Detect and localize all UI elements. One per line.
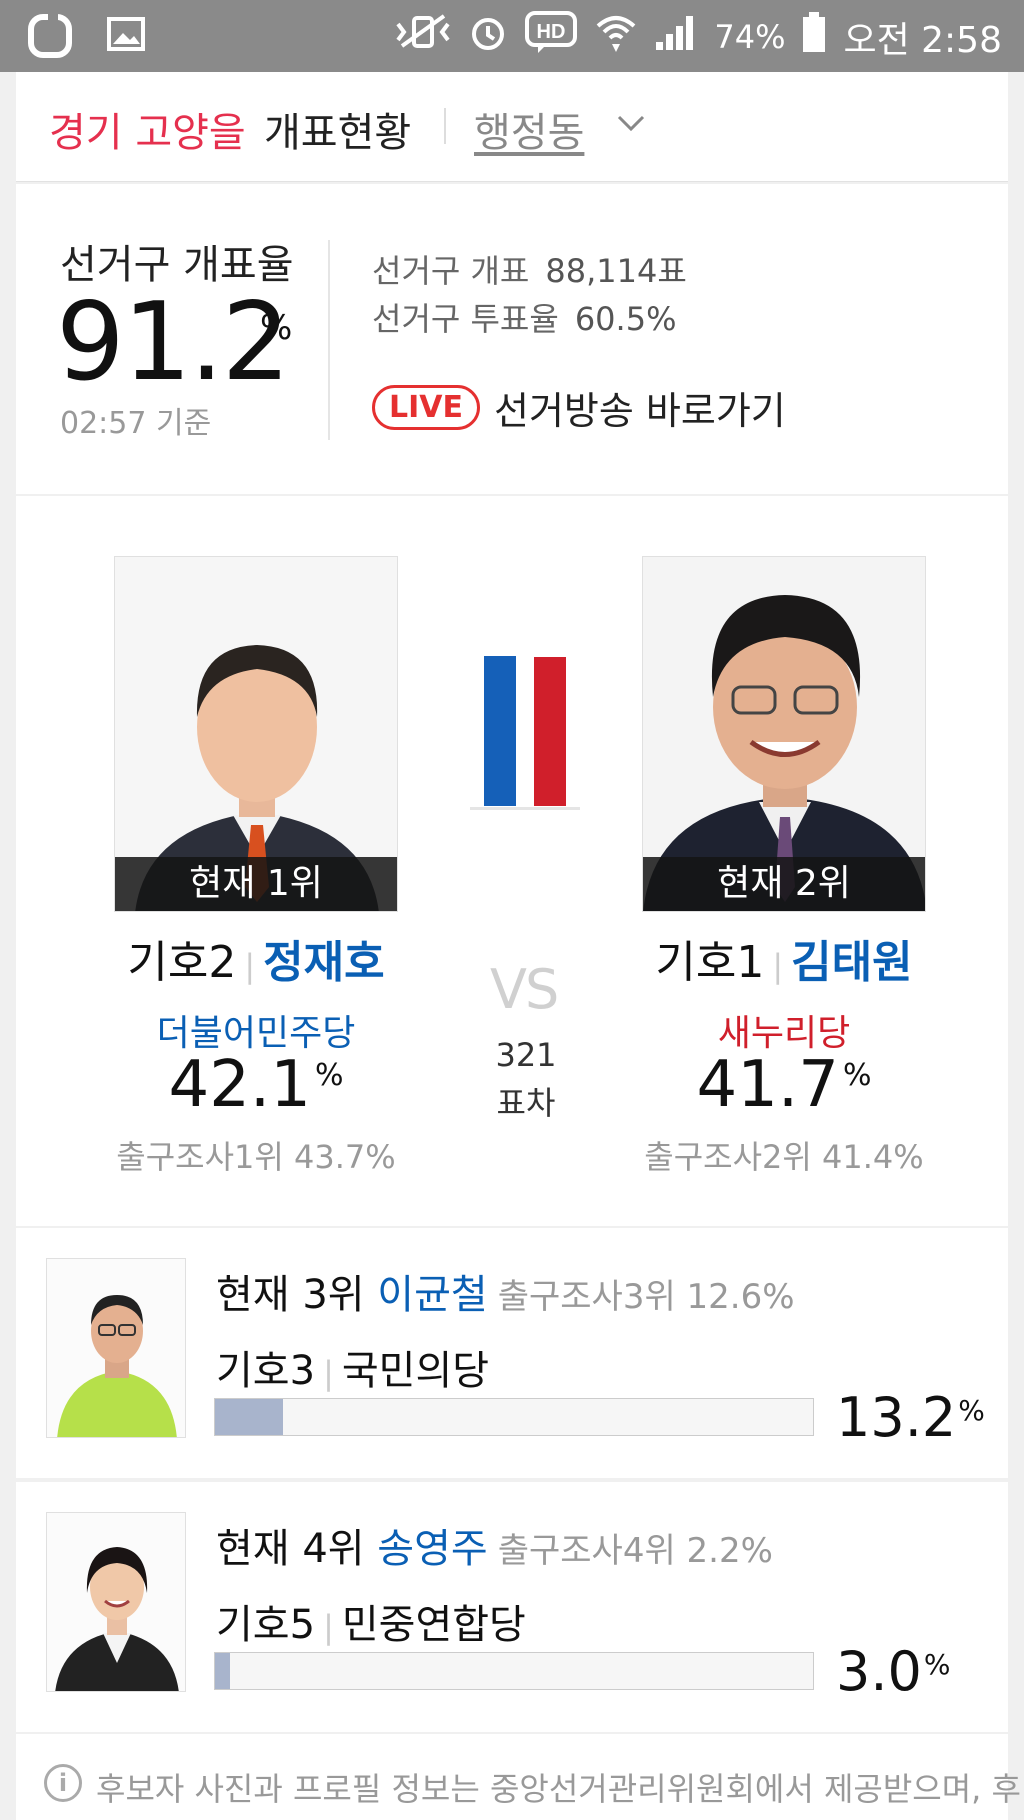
candidate-number: 기호5: [216, 1602, 316, 1648]
chevron-down-icon[interactable]: [616, 114, 646, 138]
rank-caption-runner-up: 현재 2위: [643, 857, 925, 911]
percent-leader: 42.1%: [76, 1048, 436, 1122]
percent-symbol: %: [958, 1394, 985, 1427]
vibrate-icon: [394, 12, 452, 61]
votes-counted: 선거구 개표 88,114표: [372, 246, 687, 292]
candidate-party: 국민의당: [341, 1348, 490, 1394]
candidate-rank-line: 현재 4위 송영주 출구조사4위 2.2%: [216, 1516, 773, 1574]
candidate-party: 민중연합당: [341, 1602, 526, 1648]
info-icon: i: [44, 1764, 82, 1802]
candidate-photo-leader[interactable]: 현재 1위: [114, 556, 398, 912]
district-dropdown[interactable]: 행정동: [474, 100, 584, 158]
exit-poll-leader: 출구조사1위 43.7%: [116, 1138, 396, 1176]
candidate-name[interactable]: 송영주: [377, 1526, 487, 1572]
candidate-rank: 현재 3위: [216, 1272, 365, 1318]
candidate-number: 기호3: [216, 1348, 316, 1394]
separator: |: [323, 1354, 334, 1392]
candidate-name-row-leader: 기호2 | 정재호: [76, 926, 436, 990]
status-bar: HD 74% 오전 2:58: [0, 0, 1024, 72]
turnout: 선거구 투표율 60.5%: [372, 294, 676, 340]
hd-voice-icon: HD: [524, 10, 578, 63]
live-link-text[interactable]: 선거방송 바로가기: [494, 380, 786, 435]
percent-value: 13.2: [836, 1386, 957, 1449]
region-name: 경기 고양을: [49, 110, 246, 156]
candidate-row[interactable]: 현재 4위 송영주 출구조사4위 2.2% 기호5 | 민중연합당 3.0%: [16, 1482, 1008, 1732]
count-rate-symbol: %: [260, 308, 293, 348]
live-broadcast-link[interactable]: LIVE 선거방송 바로가기: [372, 380, 786, 435]
vote-share-percent: 3.0%: [836, 1640, 951, 1703]
exit-poll-runner-up: 출구조사2위 41.4%: [644, 1138, 924, 1176]
vote-share-comparison: [470, 636, 580, 810]
candidate-party-line: 기호3 | 국민의당: [216, 1338, 489, 1396]
info-notice: i 후보자 사진과 프로필 정보는 중앙선거관리위원회에서 제공받으며, 후: [16, 1734, 1021, 1820]
svg-text:HD: HD: [537, 21, 566, 43]
vote-margin-value: 321: [495, 1036, 557, 1074]
candidate-name-leader[interactable]: 정재호: [263, 937, 384, 988]
percent-runner-up: 41.7%: [604, 1048, 964, 1122]
notice-text: 후보자 사진과 프로필 정보는 중앙선거관리위원회에서 제공받으며, 후: [96, 1770, 1021, 1808]
comparison-baseline: [470, 807, 580, 810]
vote-share-bar-runner-up: [534, 657, 566, 806]
count-timestamp: 02:57 기준: [60, 406, 212, 441]
votes-counted-value: 88,114표: [545, 252, 687, 290]
votes-counted-label: 선거구 개표: [372, 252, 530, 290]
candidate-number: 기호1: [655, 937, 765, 988]
candidate-rank: 현재 4위: [216, 1526, 365, 1572]
vote-share-fill: [215, 1399, 283, 1435]
count-rate-value: 91.2: [56, 280, 290, 405]
candidate-rank-line: 현재 3위 이균철 출구조사3위 12.6%: [216, 1262, 795, 1320]
exit-poll: 출구조사3위 12.6%: [497, 1277, 795, 1317]
candidate-name-runner-up[interactable]: 김태원: [791, 937, 912, 988]
vote-share-bar: [214, 1652, 814, 1690]
count-divider: [328, 240, 330, 440]
percent-symbol: %: [314, 1058, 344, 1093]
candidate-name-row-runner-up: 기호1 | 김태원: [604, 926, 964, 990]
page-header: 경기 고양을 개표현황 행정동: [16, 72, 1008, 182]
alarm-icon: [468, 12, 508, 61]
header-divider: [444, 108, 446, 144]
signal-icon: [654, 12, 698, 61]
count-summary: 선거구 개표율 91.2 % 02:57 기준 선거구 개표 88,114표 선거…: [16, 184, 1008, 494]
percent-symbol: %: [842, 1058, 872, 1093]
percent-symbol: %: [923, 1648, 951, 1681]
vote-share-fill: [215, 1653, 231, 1689]
candidate-number: 기호2: [127, 937, 237, 988]
vote-margin-label: 표차: [496, 1084, 556, 1122]
page-title: 개표현황: [264, 110, 412, 156]
wifi-icon: [594, 10, 638, 63]
rank-caption-leader: 현재 1위: [115, 857, 397, 911]
turnout-label: 선거구 투표율: [372, 300, 559, 338]
vs-label: VS: [490, 958, 559, 1021]
image-notification-icon: [106, 14, 146, 62]
app-notification-icon: [28, 12, 72, 62]
separator: |: [244, 947, 256, 985]
percent-value: 3.0: [836, 1640, 922, 1703]
clock: 오전 2:58: [843, 19, 1002, 61]
battery-percent: 74%: [714, 17, 786, 56]
candidate-party-line: 기호5 | 민중연합당: [216, 1592, 526, 1650]
live-badge[interactable]: LIVE: [372, 385, 480, 430]
candidate-photo-runner-up[interactable]: 현재 2위: [642, 556, 926, 912]
exit-poll: 출구조사4위 2.2%: [497, 1531, 773, 1571]
candidate-row[interactable]: 현재 3위 이균철 출구조사3위 12.6% 기호3 | 국민의당 13.2%: [16, 1228, 1008, 1478]
turnout-value: 60.5%: [574, 300, 677, 338]
candidate-thumbnail[interactable]: [46, 1512, 186, 1692]
percent-value-leader: 42.1: [168, 1048, 311, 1122]
candidate-name[interactable]: 이균철: [377, 1272, 487, 1318]
vote-share-percent: 13.2%: [836, 1386, 985, 1449]
race-main: 현재 1위 현재 2위 기호2 | 정재호 더불어민주당 42.1% 출구조사1위 …: [16, 496, 1008, 1226]
separator: |: [323, 1608, 334, 1646]
percent-value-runner-up: 41.7: [696, 1048, 839, 1122]
candidate-thumbnail[interactable]: [46, 1258, 186, 1438]
separator: |: [772, 947, 784, 985]
vote-share-bar-leader: [484, 656, 516, 806]
battery-icon: [801, 10, 827, 63]
vote-share-bar: [214, 1398, 814, 1436]
